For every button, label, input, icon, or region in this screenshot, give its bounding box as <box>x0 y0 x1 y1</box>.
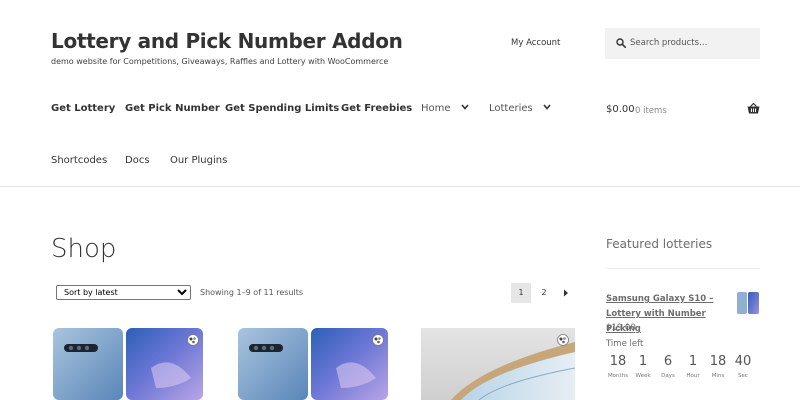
search-icon <box>616 38 626 48</box>
countdown-label: Hour <box>686 373 700 379</box>
countdown-label: Days <box>661 373 675 379</box>
chevron-down-icon <box>460 104 469 110</box>
phone-thumbnail-image <box>736 291 760 315</box>
site-title[interactable]: Lottery and Pick Number Addon <box>51 29 403 53</box>
nav-home-label: Home <box>421 103 451 114</box>
cart-count[interactable]: 0 items <box>635 106 667 116</box>
countdown-sec: 40 Sec <box>730 354 756 379</box>
countdown-hour: 1 Hour <box>680 354 706 379</box>
time-left-label: Time left <box>606 339 644 349</box>
product-image-galaxy-s10[interactable] <box>51 328 205 400</box>
widget-divider <box>606 268 760 269</box>
countdown-value: 18 <box>609 354 627 369</box>
phone-image <box>421 328 575 400</box>
countdown-value: 1 <box>638 354 648 369</box>
pagination-page-1[interactable]: 1 <box>511 283 531 303</box>
countdown-week: 1 Week <box>630 354 656 379</box>
nav-get-pick-number[interactable]: Get Pick Number <box>125 103 220 114</box>
nav-shortcodes[interactable]: Shortcodes <box>51 155 107 166</box>
countdown-label: Mins <box>711 373 725 379</box>
phone-image <box>236 328 390 400</box>
countdown-label: Months <box>607 373 629 379</box>
countdown-mins: 18 Mins <box>705 354 731 379</box>
basket-icon[interactable] <box>747 103 760 114</box>
featured-lottery-thumbnail[interactable] <box>736 291 760 315</box>
countdown-value: 40 <box>734 354 752 369</box>
result-count: Showing 1–9 of 11 results <box>200 288 303 297</box>
chevron-down-icon <box>543 104 551 110</box>
lottery-badge-icon <box>372 334 384 346</box>
nav-get-lottery[interactable]: Get Lottery <box>51 103 115 114</box>
cart-amount[interactable]: $0.00 <box>606 104 635 115</box>
site-description: demo website for Competitions, Giveaways… <box>51 57 389 66</box>
site-header: Lottery and Pick Number Addon demo websi… <box>0 0 800 187</box>
countdown-value: 6 <box>663 354 673 369</box>
countdown-label: Sec <box>738 373 748 379</box>
lottery-badge-icon <box>187 334 199 346</box>
nav-get-spending-limits[interactable]: Get Spending Limits <box>225 103 339 114</box>
search-input[interactable] <box>630 36 755 50</box>
product-image-galaxy-edge[interactable] <box>421 328 575 400</box>
countdown-value: 18 <box>709 354 727 369</box>
page-title: Shop <box>51 234 117 264</box>
nav-home[interactable]: Home <box>421 103 469 114</box>
lottery-badge-icon <box>557 334 569 346</box>
product-image-galaxy-s10[interactable] <box>236 328 390 400</box>
countdown-label: Week <box>635 373 651 379</box>
pagination-page-2[interactable]: 2 <box>534 283 554 303</box>
nav-docs[interactable]: Docs <box>125 155 150 166</box>
my-account-link[interactable]: My Account <box>511 38 560 48</box>
countdown-months: 18 Months <box>605 354 631 379</box>
caret-right-icon <box>564 289 568 297</box>
countdown-value: 1 <box>688 354 698 369</box>
nav-our-plugins[interactable]: Our Plugins <box>170 155 227 166</box>
nav-lotteries[interactable]: Lotteries <box>489 103 551 114</box>
pagination-next[interactable] <box>556 283 576 303</box>
nav-get-freebies[interactable]: Get Freebies <box>341 103 412 114</box>
countdown-days: 6 Days <box>655 354 681 379</box>
nav-lotteries-label: Lotteries <box>489 103 533 114</box>
widget-title: Featured lotteries <box>606 237 713 251</box>
product-search <box>605 28 760 59</box>
featured-lottery-price: $19.00 <box>606 323 636 333</box>
phone-image <box>51 328 205 400</box>
sort-select[interactable]: Sort by latest <box>56 285 191 300</box>
